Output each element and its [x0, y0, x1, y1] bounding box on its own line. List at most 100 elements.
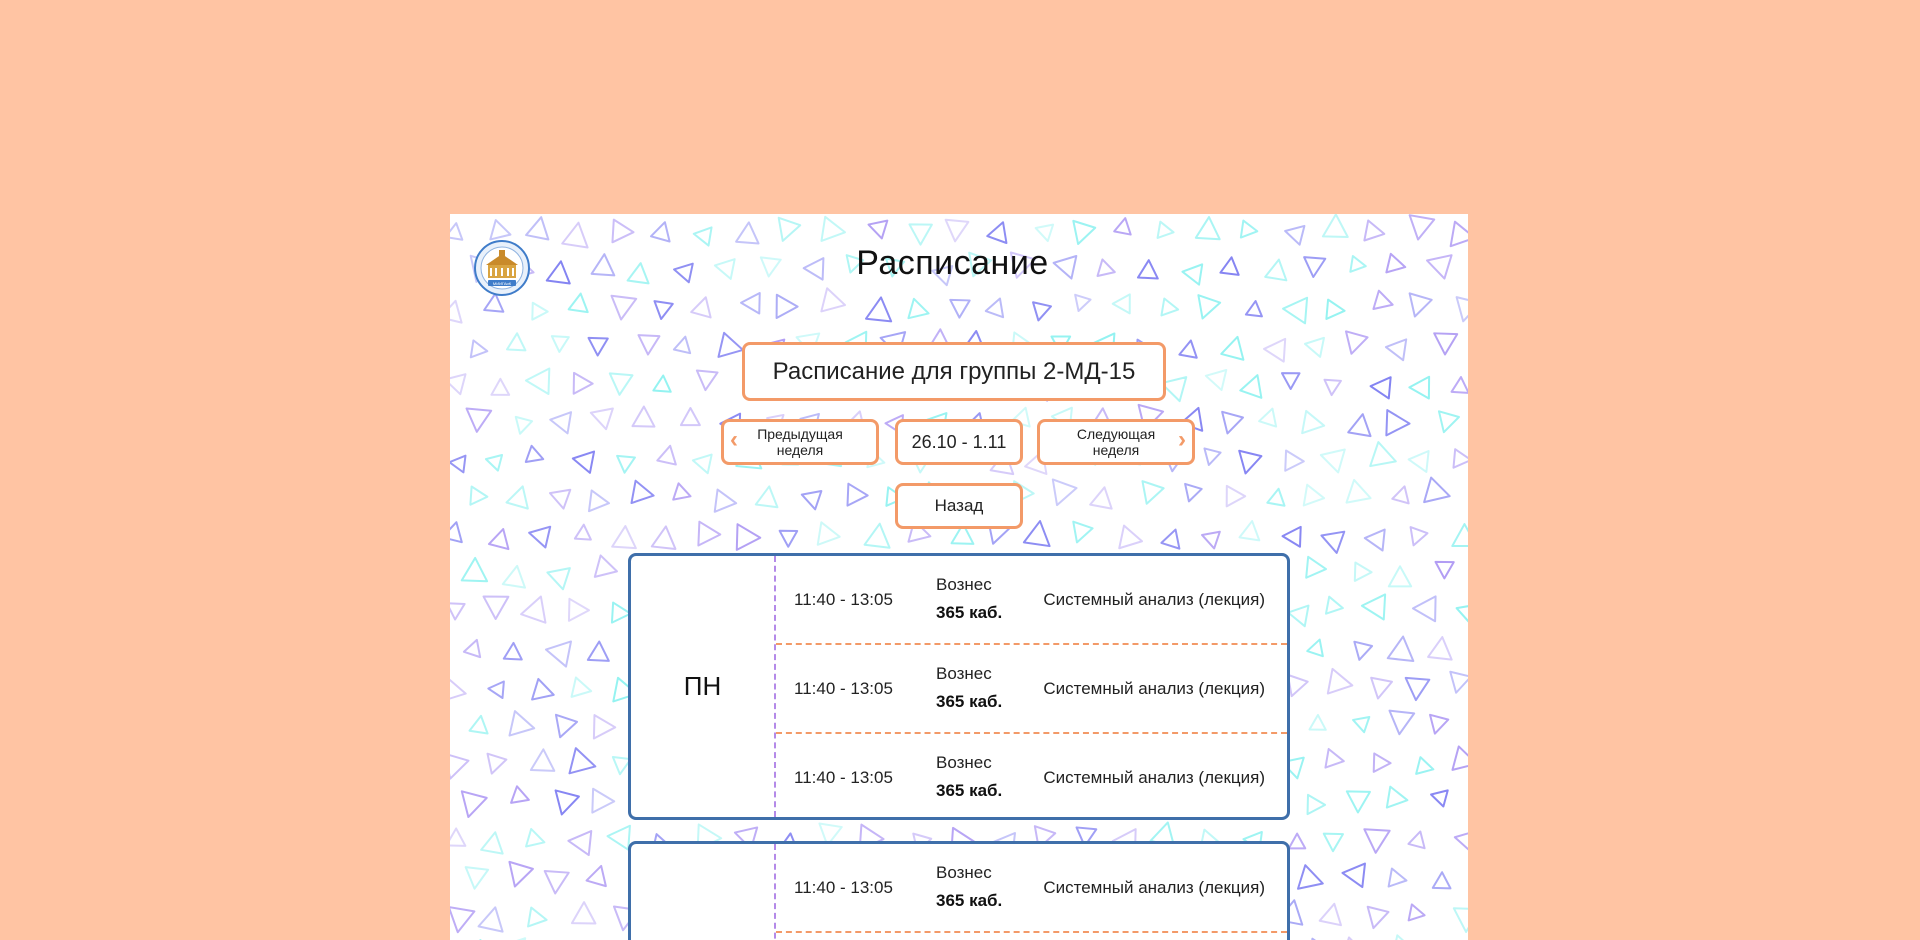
pattern-triangle [1407, 449, 1430, 473]
pattern-triangle [1352, 715, 1371, 734]
lesson-teacher: Вознес [936, 664, 992, 683]
pattern-triangle [1449, 670, 1468, 694]
pattern-triangle [469, 485, 489, 506]
pattern-triangle [1390, 934, 1419, 940]
pattern-triangle [1372, 752, 1392, 773]
pattern-triangle [1263, 337, 1287, 363]
pattern-triangle [1369, 441, 1397, 468]
pattern-triangle [1306, 793, 1327, 816]
lesson-teacher: Вознес [936, 575, 992, 594]
pattern-triangle [1220, 335, 1245, 361]
pattern-triangle [1451, 523, 1468, 547]
pattern-triangle [637, 334, 661, 356]
previous-week-label: Предыдущая неделя [757, 426, 843, 458]
pattern-triangle [611, 218, 635, 244]
pattern-triangle [1363, 219, 1386, 242]
pattern-triangle [777, 216, 802, 242]
pattern-triangle [1118, 524, 1144, 550]
pattern-triangle [1303, 336, 1325, 358]
pattern-triangle [1184, 482, 1203, 503]
pattern-triangle [462, 638, 482, 659]
pattern-triangle [656, 444, 677, 466]
pattern-triangle [531, 677, 555, 701]
chevron-right-icon: › [1178, 426, 1186, 453]
pattern-triangle [1353, 640, 1374, 661]
lesson-subject: Системный анализ (лекция) [1043, 590, 1265, 609]
pattern-triangle [585, 864, 607, 888]
pattern-triangle [544, 640, 572, 668]
lesson-subject: Системный анализ (лекция) [1043, 679, 1265, 698]
pattern-triangle [1423, 476, 1451, 504]
lesson-teacher: Вознес [936, 753, 992, 772]
pattern-triangle [1203, 447, 1222, 467]
schedule-panel: МИИГАиК Расписание Расписание для группы… [450, 214, 1468, 940]
pattern-triangle [501, 564, 526, 589]
pattern-triangle [1391, 485, 1410, 505]
pattern-triangle [1384, 338, 1408, 362]
pattern-triangle [713, 488, 738, 513]
pattern-triangle [1366, 905, 1390, 930]
pattern-triangle [450, 521, 463, 544]
lesson-subject: Системный анализ (лекция) [1043, 878, 1265, 897]
pattern-triangle [1326, 667, 1354, 695]
pattern-triangle [1319, 448, 1346, 474]
pattern-triangle [606, 824, 631, 851]
pattern-triangle [1411, 595, 1437, 623]
lesson-room: 365 каб. [936, 692, 1003, 711]
next-week-button[interactable]: Следующая неделя › [1037, 419, 1195, 465]
pattern-triangle [1388, 709, 1416, 736]
lesson-time: 11:40 - 13:05 [794, 679, 893, 698]
pattern-triangle [867, 219, 889, 240]
back-button[interactable]: Назад [895, 483, 1023, 529]
pattern-triangle [1239, 374, 1263, 399]
pattern-triangle [508, 710, 536, 737]
pattern-triangle [508, 860, 534, 888]
pattern-triangle [450, 299, 463, 324]
pattern-triangle [1305, 555, 1328, 579]
pattern-triangle [550, 335, 570, 353]
pattern-triangle [450, 752, 470, 780]
pattern-triangle [1258, 407, 1278, 428]
pattern-triangle [554, 789, 580, 816]
pattern-triangle [500, 937, 527, 940]
pattern-triangle [1156, 220, 1175, 239]
pattern-triangle [487, 680, 505, 700]
pattern-triangle [1032, 301, 1052, 322]
lesson-room: 365 каб. [936, 891, 1003, 910]
pattern-triangle [505, 485, 529, 510]
group-title-box: Расписание для группы 2-МД-15 [742, 342, 1166, 401]
pattern-triangle [586, 640, 610, 662]
pattern-triangle [1321, 214, 1349, 238]
pattern-triangle [908, 223, 933, 246]
pattern-triangle [1051, 478, 1078, 507]
pattern-triangle [1363, 828, 1391, 854]
pattern-triangle [570, 901, 597, 925]
pattern-triangle [986, 221, 1008, 244]
pattern-triangle [1287, 832, 1307, 850]
pattern-triangle [1022, 520, 1051, 548]
pattern-triangle [608, 372, 634, 396]
pattern-triangle [1308, 713, 1327, 731]
pattern-triangle [587, 336, 609, 357]
pattern-triangle [1197, 294, 1222, 320]
pattern-triangle [1453, 830, 1468, 853]
pattern-triangle [450, 222, 464, 241]
pattern-triangle [907, 297, 930, 320]
previous-week-button[interactable]: ‹ Предыдущая неделя [721, 419, 879, 465]
pattern-triangle [593, 554, 618, 578]
pattern-triangle [1455, 603, 1468, 625]
lesson-time: 11:40 - 13:05 [794, 878, 893, 897]
pattern-triangle [650, 525, 677, 550]
pattern-triangle [450, 454, 467, 474]
next-week-label: Следующая неделя [1076, 426, 1156, 458]
pattern-triangle [520, 595, 547, 624]
pattern-triangle [1404, 676, 1431, 702]
pattern-triangle [571, 450, 596, 474]
pattern-triangle [487, 528, 510, 551]
page-title: Расписание [856, 244, 1049, 282]
pattern-triangle [1072, 520, 1094, 544]
pattern-triangle [1409, 526, 1429, 547]
pattern-triangle [554, 713, 579, 739]
day-label: ПН [631, 556, 776, 817]
pattern-triangle [1238, 520, 1261, 542]
